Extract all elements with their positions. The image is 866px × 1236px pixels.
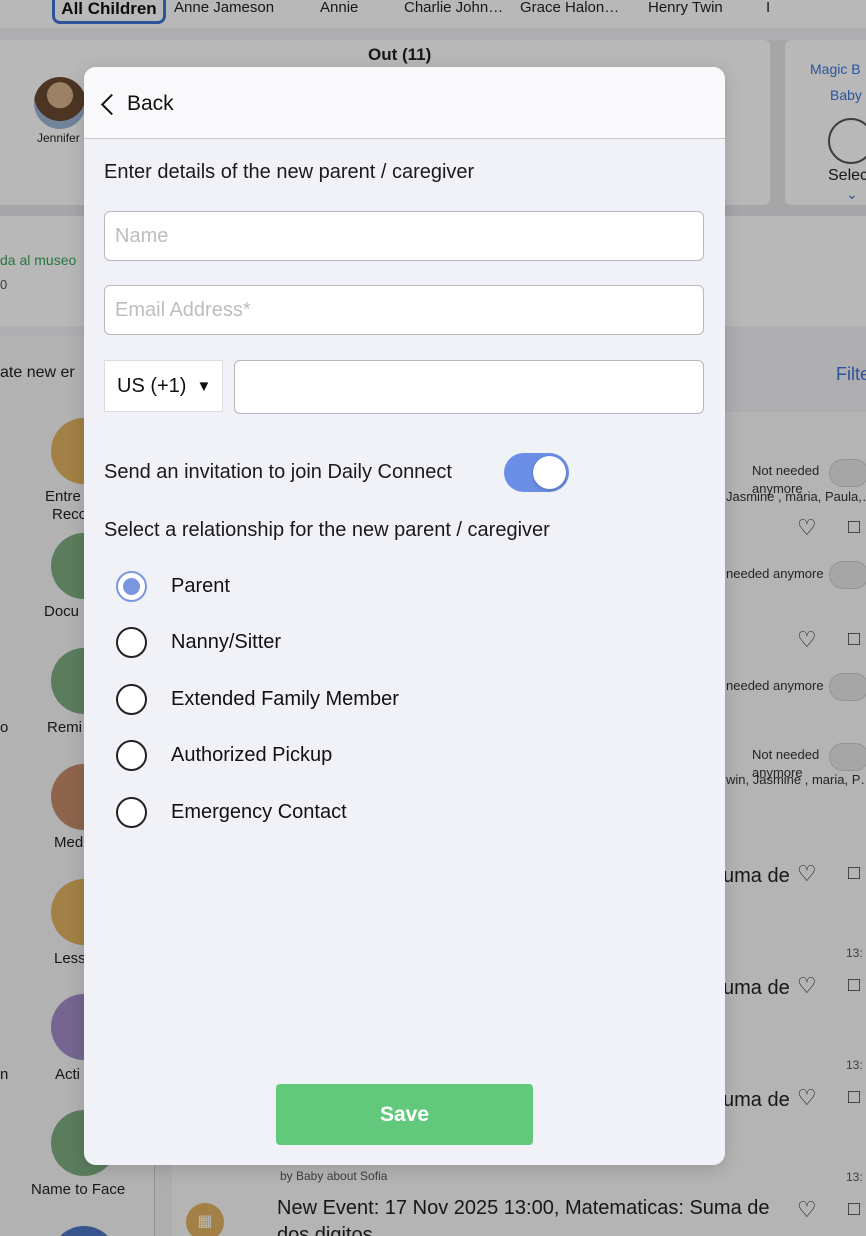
caret-down-icon: ▼ (196, 377, 212, 395)
radio-icon[interactable] (116, 796, 147, 828)
modal-header: Back (84, 67, 725, 139)
invite-toggle[interactable] (504, 453, 569, 492)
save-button[interactable]: Save (276, 1084, 533, 1145)
relationship-label: Authorized Pickup (171, 743, 333, 766)
section-title: Enter details of the new parent / caregi… (104, 161, 475, 183)
relationship-label: Parent (171, 574, 230, 597)
name-input[interactable] (104, 211, 704, 261)
relationship-label: Emergency Contact (171, 800, 347, 823)
relationship-label: Extended Family Member (171, 687, 399, 710)
radio-icon[interactable] (116, 739, 147, 771)
radio-selected-icon[interactable] (116, 570, 147, 602)
toggle-knob (533, 456, 566, 489)
relationship-option-emergency-contact[interactable]: Emergency Contact (116, 794, 347, 830)
relationship-title: Select a relationship for the new parent… (104, 519, 550, 541)
country-code-select[interactable]: US (+1) ▼ (104, 360, 223, 412)
radio-icon[interactable] (116, 683, 147, 715)
country-code-value: US (+1) (117, 374, 187, 397)
radio-icon[interactable] (116, 626, 147, 658)
relationship-option-extended-family[interactable]: Extended Family Member (116, 681, 399, 717)
add-caregiver-modal: Back Enter details of the new parent / c… (84, 67, 725, 1165)
back-label: Back (127, 92, 174, 115)
relationship-option-nanny[interactable]: Nanny/Sitter (116, 624, 281, 660)
chevron-left-icon (100, 93, 123, 115)
relationship-option-parent[interactable]: Parent (116, 568, 230, 604)
invite-label: Send an invitation to join Daily Connect (104, 461, 452, 483)
relationship-label: Nanny/Sitter (171, 630, 282, 653)
phone-input[interactable] (234, 360, 704, 414)
relationship-option-authorized-pickup[interactable]: Authorized Pickup (116, 737, 332, 773)
email-input[interactable] (104, 285, 704, 335)
back-button[interactable]: Back (98, 85, 174, 123)
